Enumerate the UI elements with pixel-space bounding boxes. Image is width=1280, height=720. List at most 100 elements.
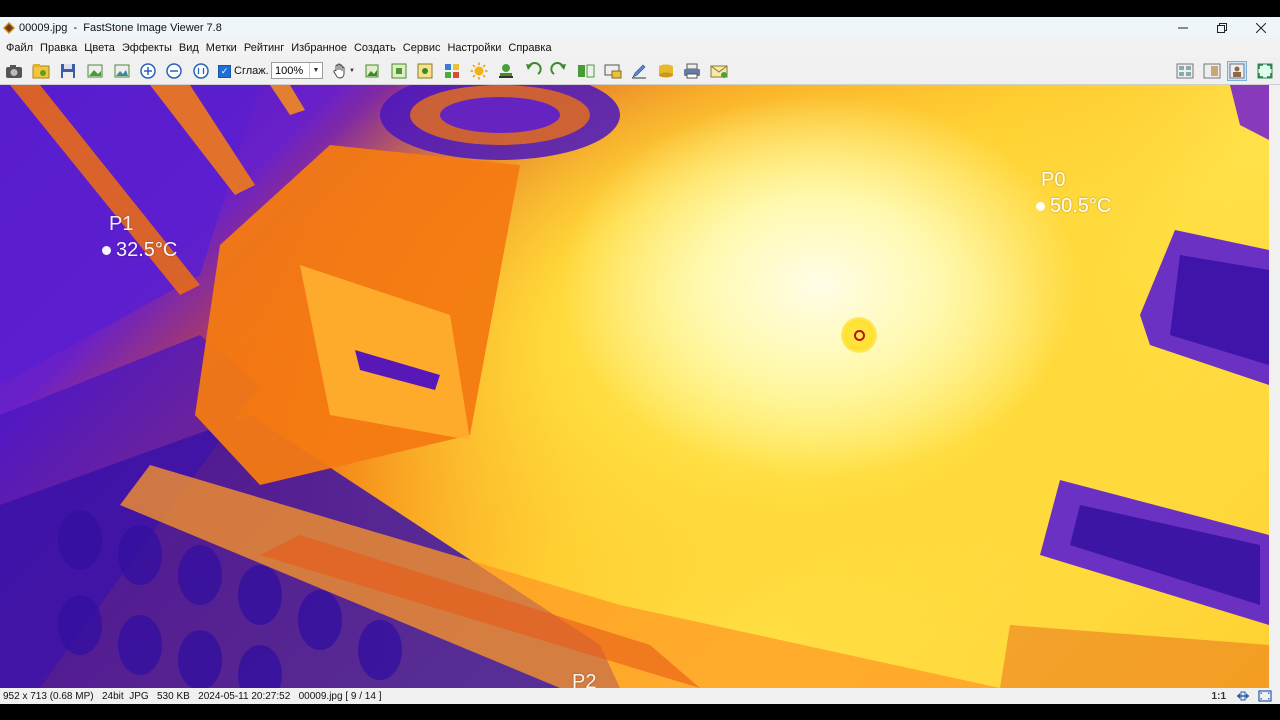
slideshow-button[interactable]	[604, 62, 622, 80]
layout-grid-icon	[1176, 63, 1194, 79]
canvas-icon	[417, 63, 433, 79]
letterbox-bottom	[0, 704, 1280, 720]
picture-button[interactable]	[113, 62, 131, 80]
menu-view[interactable]: Вид	[176, 42, 202, 54]
status-format: JPG	[129, 690, 149, 702]
layout-viewer-icon	[1229, 63, 1245, 79]
point-temp-p1: 32.5°C	[116, 239, 178, 261]
menu-colors[interactable]: Цвета	[81, 42, 118, 54]
restore-icon	[1216, 22, 1227, 33]
fit-screen-icon[interactable]	[1258, 690, 1272, 702]
actual-size-icon	[193, 63, 209, 79]
toolbar: ✓ Сглаж. 100% ▼ ▼	[0, 57, 1280, 85]
fit-width-icon[interactable]	[1236, 690, 1250, 702]
restore-button[interactable]	[1202, 17, 1241, 38]
hand-dropdown-arrow[interactable]: ▼	[349, 62, 357, 80]
stamp-button[interactable]	[497, 62, 515, 80]
close-icon	[1255, 22, 1266, 33]
point-temp-p1-row: 32.5°C	[102, 239, 177, 262]
actual-size-button[interactable]	[192, 62, 210, 80]
rotate-left-button[interactable]	[524, 62, 542, 80]
fullscreen-button[interactable]	[1256, 62, 1274, 80]
printer-icon	[684, 63, 700, 79]
smooth-label: Сглаж.	[234, 65, 269, 77]
viewport-scroll-edge	[1269, 85, 1280, 688]
menu-tags[interactable]: Метки	[203, 42, 240, 54]
crop-icon	[365, 64, 379, 78]
crop-button[interactable]	[363, 62, 381, 80]
open-folder-icon	[32, 64, 50, 79]
layout-preview-button[interactable]	[1203, 62, 1221, 80]
save-button[interactable]	[59, 62, 77, 80]
zoom-in-icon	[140, 63, 156, 79]
print-button[interactable]	[683, 62, 701, 80]
letterbox-top	[0, 0, 1280, 17]
status-gap	[190, 691, 198, 702]
stack-icon	[659, 64, 673, 78]
smooth-toggle[interactable]: ✓ Сглаж.	[218, 63, 269, 79]
menu-settings[interactable]: Настройки	[444, 42, 504, 54]
camera-button[interactable]	[5, 62, 23, 80]
fullscreen-icon	[1257, 63, 1273, 79]
status-ratio[interactable]: 1:1	[1212, 691, 1226, 702]
layout-browser-button[interactable]	[1176, 62, 1194, 80]
layout-viewer-button[interactable]	[1227, 61, 1247, 81]
window-controls	[1163, 17, 1280, 38]
window-title-filename: 00009.jpg	[19, 21, 68, 34]
stamp-icon	[499, 64, 513, 78]
layout-preview-icon	[1203, 63, 1221, 79]
mouse-cursor-highlight	[841, 317, 877, 353]
close-button[interactable]	[1241, 17, 1280, 38]
brightness-button[interactable]	[470, 62, 488, 80]
status-gap	[149, 691, 157, 702]
smooth-checkbox[interactable]: ✓	[218, 64, 231, 78]
color-icon	[445, 64, 459, 78]
email-icon	[710, 65, 728, 78]
status-bitdepth: 24bit	[101, 690, 124, 702]
hand-icon	[333, 63, 345, 79]
picture-icon	[87, 64, 103, 78]
canvas-button[interactable]	[416, 62, 434, 80]
status-bar: 952 x 713 (0.68 MP) 24bit JPG 530 KB 202…	[0, 688, 1280, 704]
image-viewport[interactable]: P0 50.5°C P1 32.5°C P2	[0, 85, 1269, 688]
resize-icon	[391, 63, 407, 79]
status-datetime: 2024-05-11 20:27:52	[198, 690, 291, 702]
zoom-dropdown[interactable]: 100% ▼	[271, 62, 323, 79]
camera-icon	[6, 65, 22, 78]
app-icon	[3, 21, 15, 34]
point-label-p2: P2	[572, 671, 597, 688]
menu-effects[interactable]: Эффекты	[119, 42, 175, 54]
rotate-right-button[interactable]	[550, 62, 568, 80]
minimize-button[interactable]	[1163, 17, 1202, 38]
email-button[interactable]	[710, 62, 728, 80]
menu-favorites[interactable]: Избранное	[288, 42, 350, 54]
compare-button[interactable]	[577, 62, 595, 80]
status-right-controls: 1:1	[1212, 688, 1280, 704]
hand-tool-button[interactable]	[331, 62, 349, 80]
menu-tools[interactable]: Сервис	[400, 42, 444, 54]
batch-button[interactable]	[657, 62, 675, 80]
zoom-in-button[interactable]	[139, 62, 157, 80]
open-button[interactable]	[32, 62, 50, 80]
resize-button[interactable]	[390, 62, 408, 80]
thermal-image	[0, 85, 1269, 688]
status-size: 530 KB	[157, 690, 190, 702]
menu-rating[interactable]: Рейтинг	[241, 42, 287, 54]
chevron-down-icon[interactable]: ▼	[309, 63, 322, 78]
color-button[interactable]	[443, 62, 461, 80]
zoom-out-button[interactable]	[165, 62, 183, 80]
menu-edit[interactable]: Правка	[37, 42, 80, 54]
menu-file[interactable]: Файл	[3, 42, 36, 54]
draw-button[interactable]	[630, 62, 648, 80]
status-gap	[94, 691, 102, 702]
save-as-button[interactable]	[86, 62, 104, 80]
window-title-separator: -	[73, 21, 78, 34]
menu-help[interactable]: Справка	[505, 42, 554, 54]
picture-frame-icon	[114, 64, 130, 78]
pen-icon	[632, 64, 646, 79]
status-file-index: 00009.jpg [ 9 / 14 ]	[298, 690, 382, 702]
menu-create[interactable]: Создать	[351, 42, 399, 54]
zoom-value: 100%	[275, 64, 304, 77]
point-marker-icon	[1036, 202, 1045, 211]
compare-icon	[578, 64, 595, 78]
